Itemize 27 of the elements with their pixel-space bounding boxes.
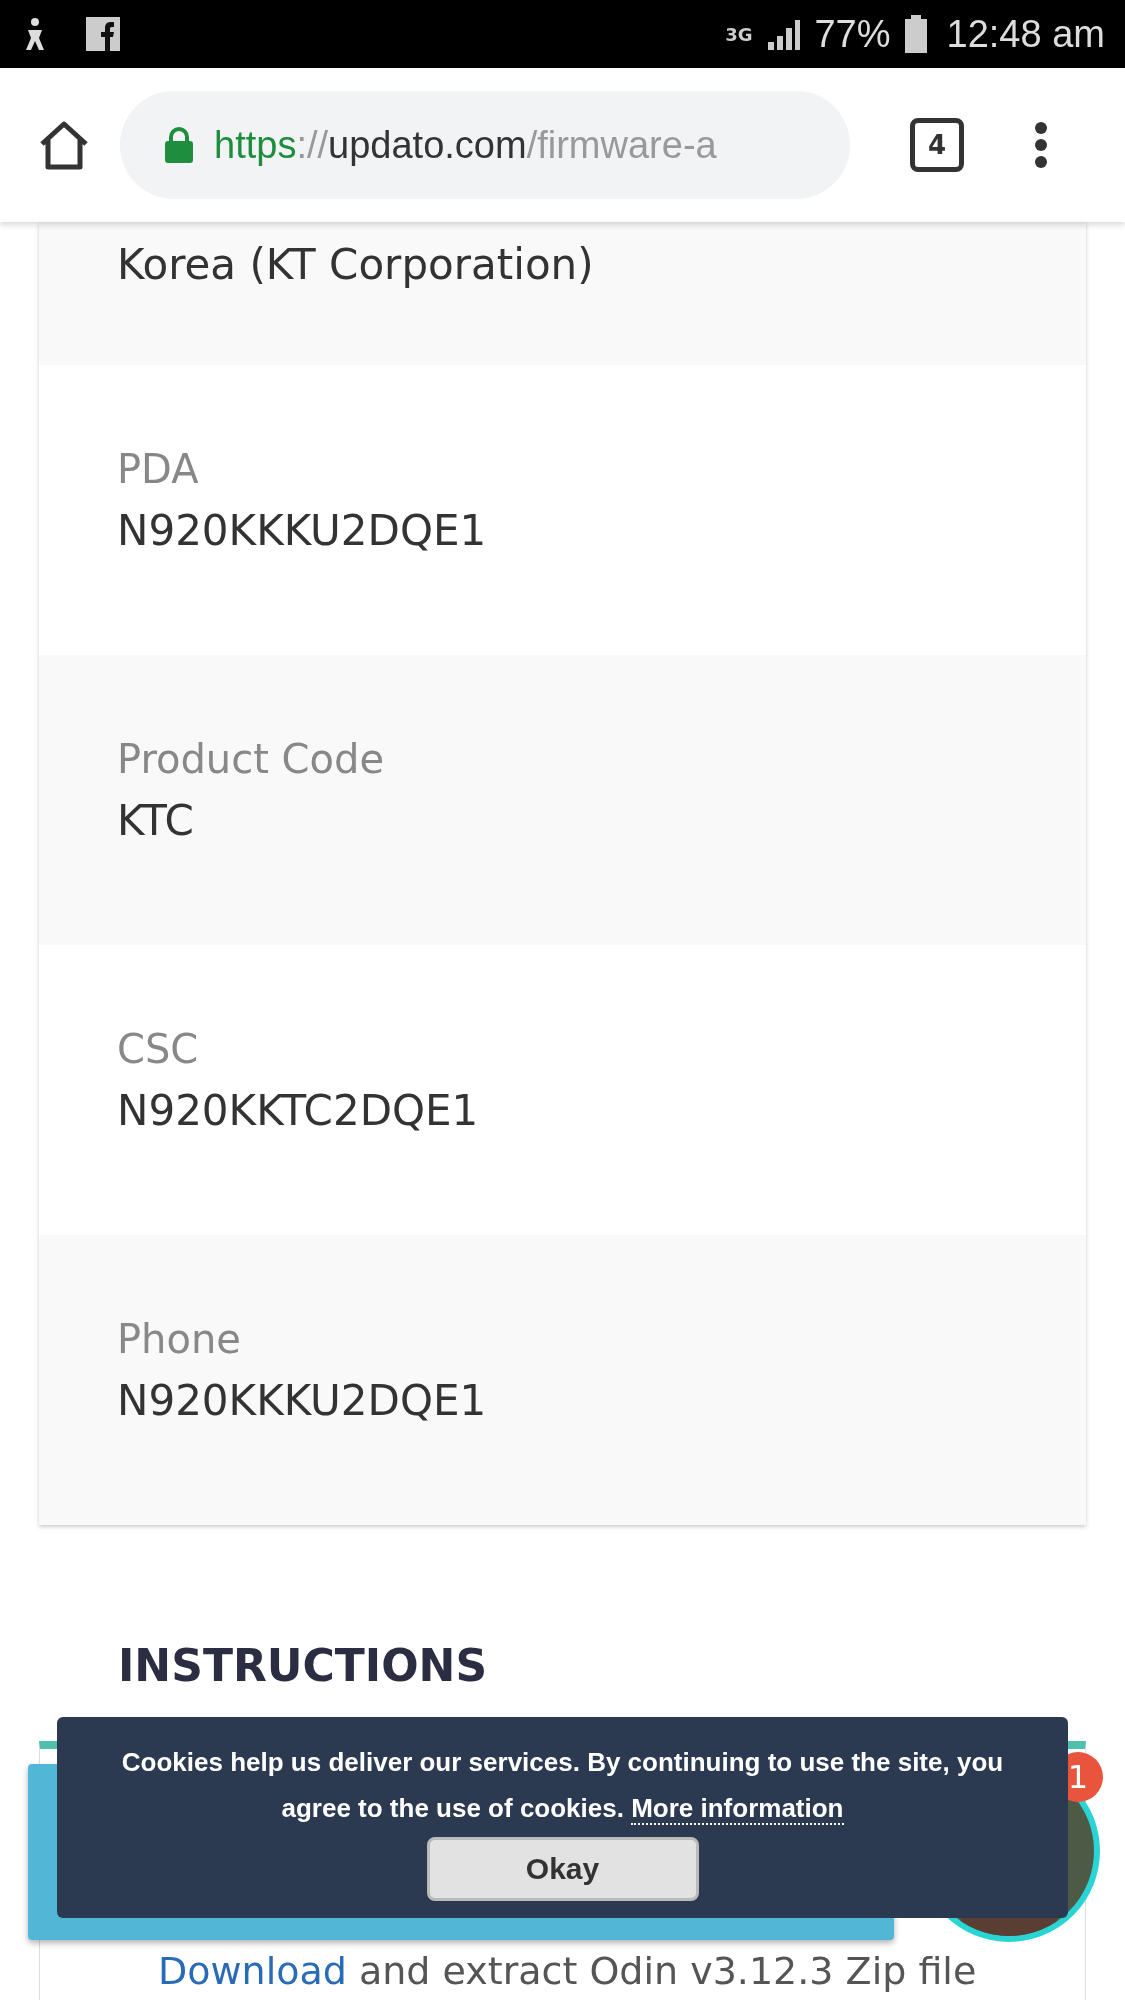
section-heading: INSTRUCTIONS <box>118 1640 489 1691</box>
signal-icon <box>766 18 801 50</box>
detail-value: N920KKKU2DQE1 <box>117 505 488 557</box>
battery-percent: 77% <box>814 12 891 56</box>
detail-label: PDA <box>117 445 200 494</box>
menu-icon[interactable] <box>1034 121 1048 169</box>
detail-value: KTC <box>117 795 195 847</box>
network-type: 3G <box>725 23 753 45</box>
detail-label: CSC <box>117 1025 200 1074</box>
url-text: https://updato.com/firmware-a <box>214 123 717 167</box>
step-text: Download and extract Odin v3.12.3 Zip file <box>158 1949 978 1993</box>
lock-icon <box>164 126 194 164</box>
facebook-icon <box>86 17 120 51</box>
detail-label: Product Code <box>117 735 385 784</box>
cookie-message: Cookies help us deliver our services. By continuing to use the site, you agree to the use of cookies. More information <box>120 1746 1005 1827</box>
battery-icon <box>904 15 927 53</box>
detail-value: Korea (KT Corporation) <box>117 239 595 291</box>
more-information-link[interactable]: More information <box>631 1793 844 1825</box>
okay-button[interactable]: Okay <box>426 1837 699 1901</box>
tab-count-button[interactable]: 4 <box>910 118 964 172</box>
detail-value: N920KKKU2DQE1 <box>117 1375 488 1427</box>
address-bar[interactable]: https://updato.com/firmware-a <box>120 91 850 199</box>
home-icon[interactable] <box>38 120 90 170</box>
detail-value: N920KKTC2DQE1 <box>117 1085 480 1137</box>
clock: 12:48 am <box>946 12 1105 56</box>
download-link[interactable]: Download <box>158 1949 347 1993</box>
detail-label: Phone <box>117 1315 242 1364</box>
